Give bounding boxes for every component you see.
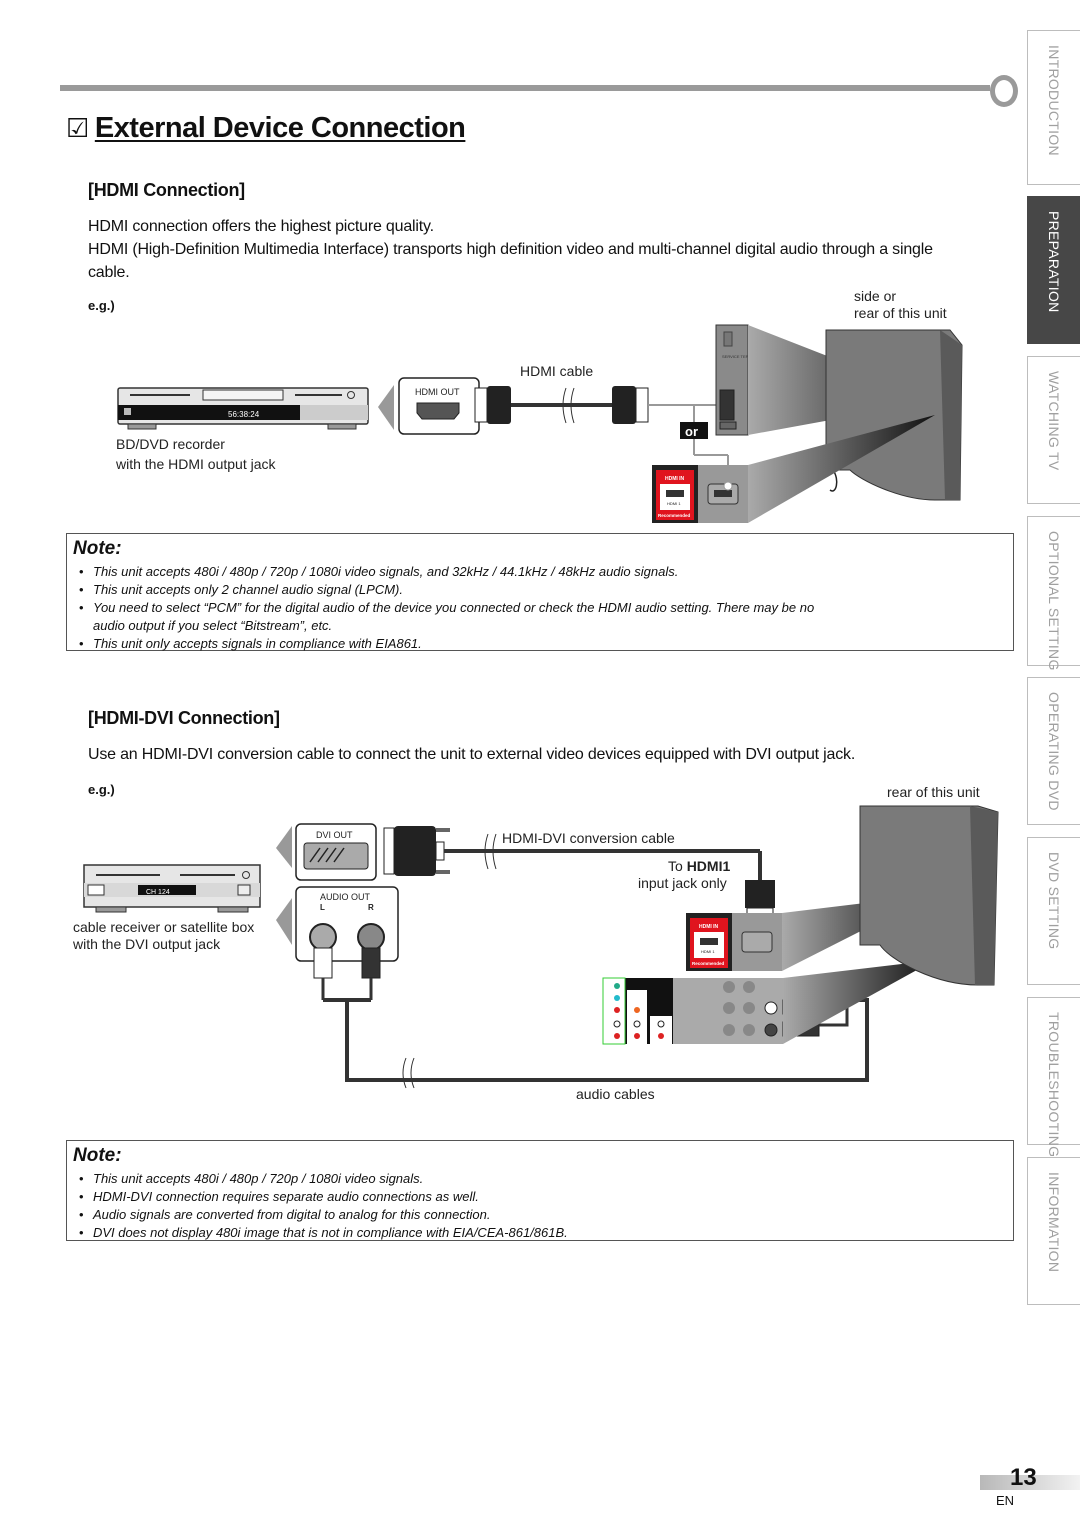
svg-text:HDMI IN: HDMI IN — [699, 924, 719, 930]
source-label-line-1: BD/DVD recorder — [116, 436, 225, 452]
dvi-cable-label: HDMI-DVI conversion cable — [502, 830, 675, 846]
page-title: ☑ External Device Connection — [66, 112, 466, 145]
note-item: You need to select “PCM” for the digital… — [73, 599, 833, 635]
note-title: Note: — [73, 538, 122, 559]
unit-location-label: rear of this unit — [887, 784, 980, 800]
dvi-out-jack: DVI OUT — [295, 823, 377, 881]
note-item: This unit accepts 480i / 480p / 720p / 1… — [73, 563, 1013, 581]
svg-text:AUDIO OUT: AUDIO OUT — [320, 892, 371, 902]
tv-rear-illustration — [825, 329, 963, 501]
tv-rear-illustration-2 — [859, 805, 999, 986]
unit-location-line-2: rear of this unit — [854, 305, 947, 321]
hdmi-dvi-note-box: Note: This unit accepts 480i / 480p / 72… — [66, 1140, 1014, 1242]
note-item: This unit accepts 480i / 480p / 720p / 1… — [73, 1170, 1013, 1188]
header-rule — [60, 85, 990, 91]
receiver-display: CH 124 — [146, 889, 170, 896]
side-tab-label: INTRODUCTION — [1046, 45, 1062, 156]
checkbox-checked-icon: ☑ — [66, 113, 89, 143]
note-item: DVI does not display 480i image that is … — [73, 1224, 1013, 1242]
hdmi-note-box: Note: This unit accepts 480i / 480p / 72… — [66, 533, 1014, 653]
audio-cables-label: audio cables — [576, 1086, 655, 1102]
page-language: EN — [996, 1493, 1015, 1508]
side-tab-label: DVD SETTING — [1046, 852, 1062, 950]
side-tab-preparation[interactable]: PREPARATION — [1027, 196, 1080, 344]
side-tab-information[interactable]: INFORMATION — [1027, 1157, 1080, 1305]
source-label-line-2: with the HDMI output jack — [115, 456, 277, 472]
page-number: 13 — [1010, 1464, 1037, 1491]
side-tab-label: OPERATING DVD — [1046, 692, 1062, 811]
bd-dvd-recorder-illustration: 56:38:24 — [117, 387, 369, 430]
side-tab-label: WATCHING TV — [1046, 371, 1062, 471]
cable-receiver-illustration: CH 124 — [83, 864, 261, 913]
note-item: This unit accepts only 2 channel audio s… — [73, 581, 1013, 599]
svg-text:HDMI 1: HDMI 1 — [701, 949, 715, 954]
side-tab-label: TROUBLESHOOTING — [1046, 1012, 1062, 1158]
side-tab-label: PREPARATION — [1046, 211, 1062, 313]
hdmi-out-label: HDMI OUT — [415, 387, 460, 397]
or-label: or — [685, 424, 698, 439]
page-title-text: External Device Connection — [94, 112, 466, 144]
svg-text:HDMI IN: HDMI IN — [665, 476, 685, 482]
svg-text:Recommended: Recommended — [692, 961, 725, 966]
header-rule-knob — [990, 75, 1018, 107]
svg-text:HDMI 1: HDMI 1 — [667, 501, 681, 506]
unit-av-panel — [602, 960, 935, 1045]
hdmi-dvi-section-heading: [HDMI-DVI Connection] — [88, 708, 280, 728]
pointer-arrow — [378, 385, 394, 430]
svg-text:R: R — [368, 903, 374, 912]
side-tab-dvd-setting[interactable]: DVD SETTING — [1027, 837, 1080, 985]
note-title: Note: — [73, 1145, 122, 1166]
hdmi-dvi-paragraph: Use an HDMI-DVI conversion cable to conn… — [88, 746, 856, 763]
to-hdmi1-label: To HDMI1 — [668, 858, 730, 874]
unit-location-line-1: side or — [854, 288, 896, 304]
svg-text:Recommended: Recommended — [658, 513, 691, 518]
note-item: HDMI-DVI connection requires separate au… — [73, 1188, 1013, 1206]
side-tab-label: OPTIONAL SETTING — [1046, 531, 1062, 671]
side-tab-watching-tv[interactable]: WATCHING TV — [1027, 356, 1080, 504]
hdmi-note-list: This unit accepts 480i / 480p / 720p / 1… — [73, 563, 1013, 653]
side-tab-optional-setting[interactable]: OPTIONAL SETTING — [1027, 516, 1080, 671]
input-jack-only-label: input jack only — [638, 875, 727, 891]
recorder-display: 56:38:24 — [228, 410, 260, 419]
receiver-label-line-1: cable receiver or satellite box — [73, 919, 254, 935]
side-tab-introduction[interactable]: INTRODUCTION — [1027, 30, 1080, 185]
svg-text:L: L — [320, 903, 325, 912]
hdmi-paragraph-1: HDMI connection offers the highest pictu… — [88, 218, 434, 235]
hdmi-paragraph-2: HDMI (High-Definition Multimedia Interfa… — [88, 241, 933, 281]
receiver-label-line-2: with the DVI output jack — [72, 936, 221, 952]
note-item: This unit only accepts signals in compli… — [73, 635, 1013, 653]
side-tab-troubleshooting[interactable]: TROUBLESHOOTING — [1027, 997, 1080, 1157]
side-tab-operating-dvd[interactable]: OPERATING DVD — [1027, 677, 1080, 825]
hdmi-out-jack: HDMI OUT — [398, 377, 480, 435]
hdmi-connection-diagram: 56:38:24 HDMI OUT HDMI cable or SERVICE … — [115, 288, 963, 523]
hdmi-section-heading: [HDMI Connection] — [88, 180, 245, 200]
hdmi-cable-label: HDMI cable — [520, 363, 593, 379]
hdmi-dvi-connection-diagram: CH 124 DVI OUT AUDIO OUT L R HDMI IN HDM… — [72, 784, 999, 1102]
svg-text:DVI OUT: DVI OUT — [316, 830, 353, 840]
hdmi-dvi-note-list: This unit accepts 480i / 480p / 720p / 1… — [73, 1170, 1013, 1242]
side-tab-label: INFORMATION — [1046, 1172, 1062, 1273]
note-item: Audio signals are converted from digital… — [73, 1206, 1013, 1224]
